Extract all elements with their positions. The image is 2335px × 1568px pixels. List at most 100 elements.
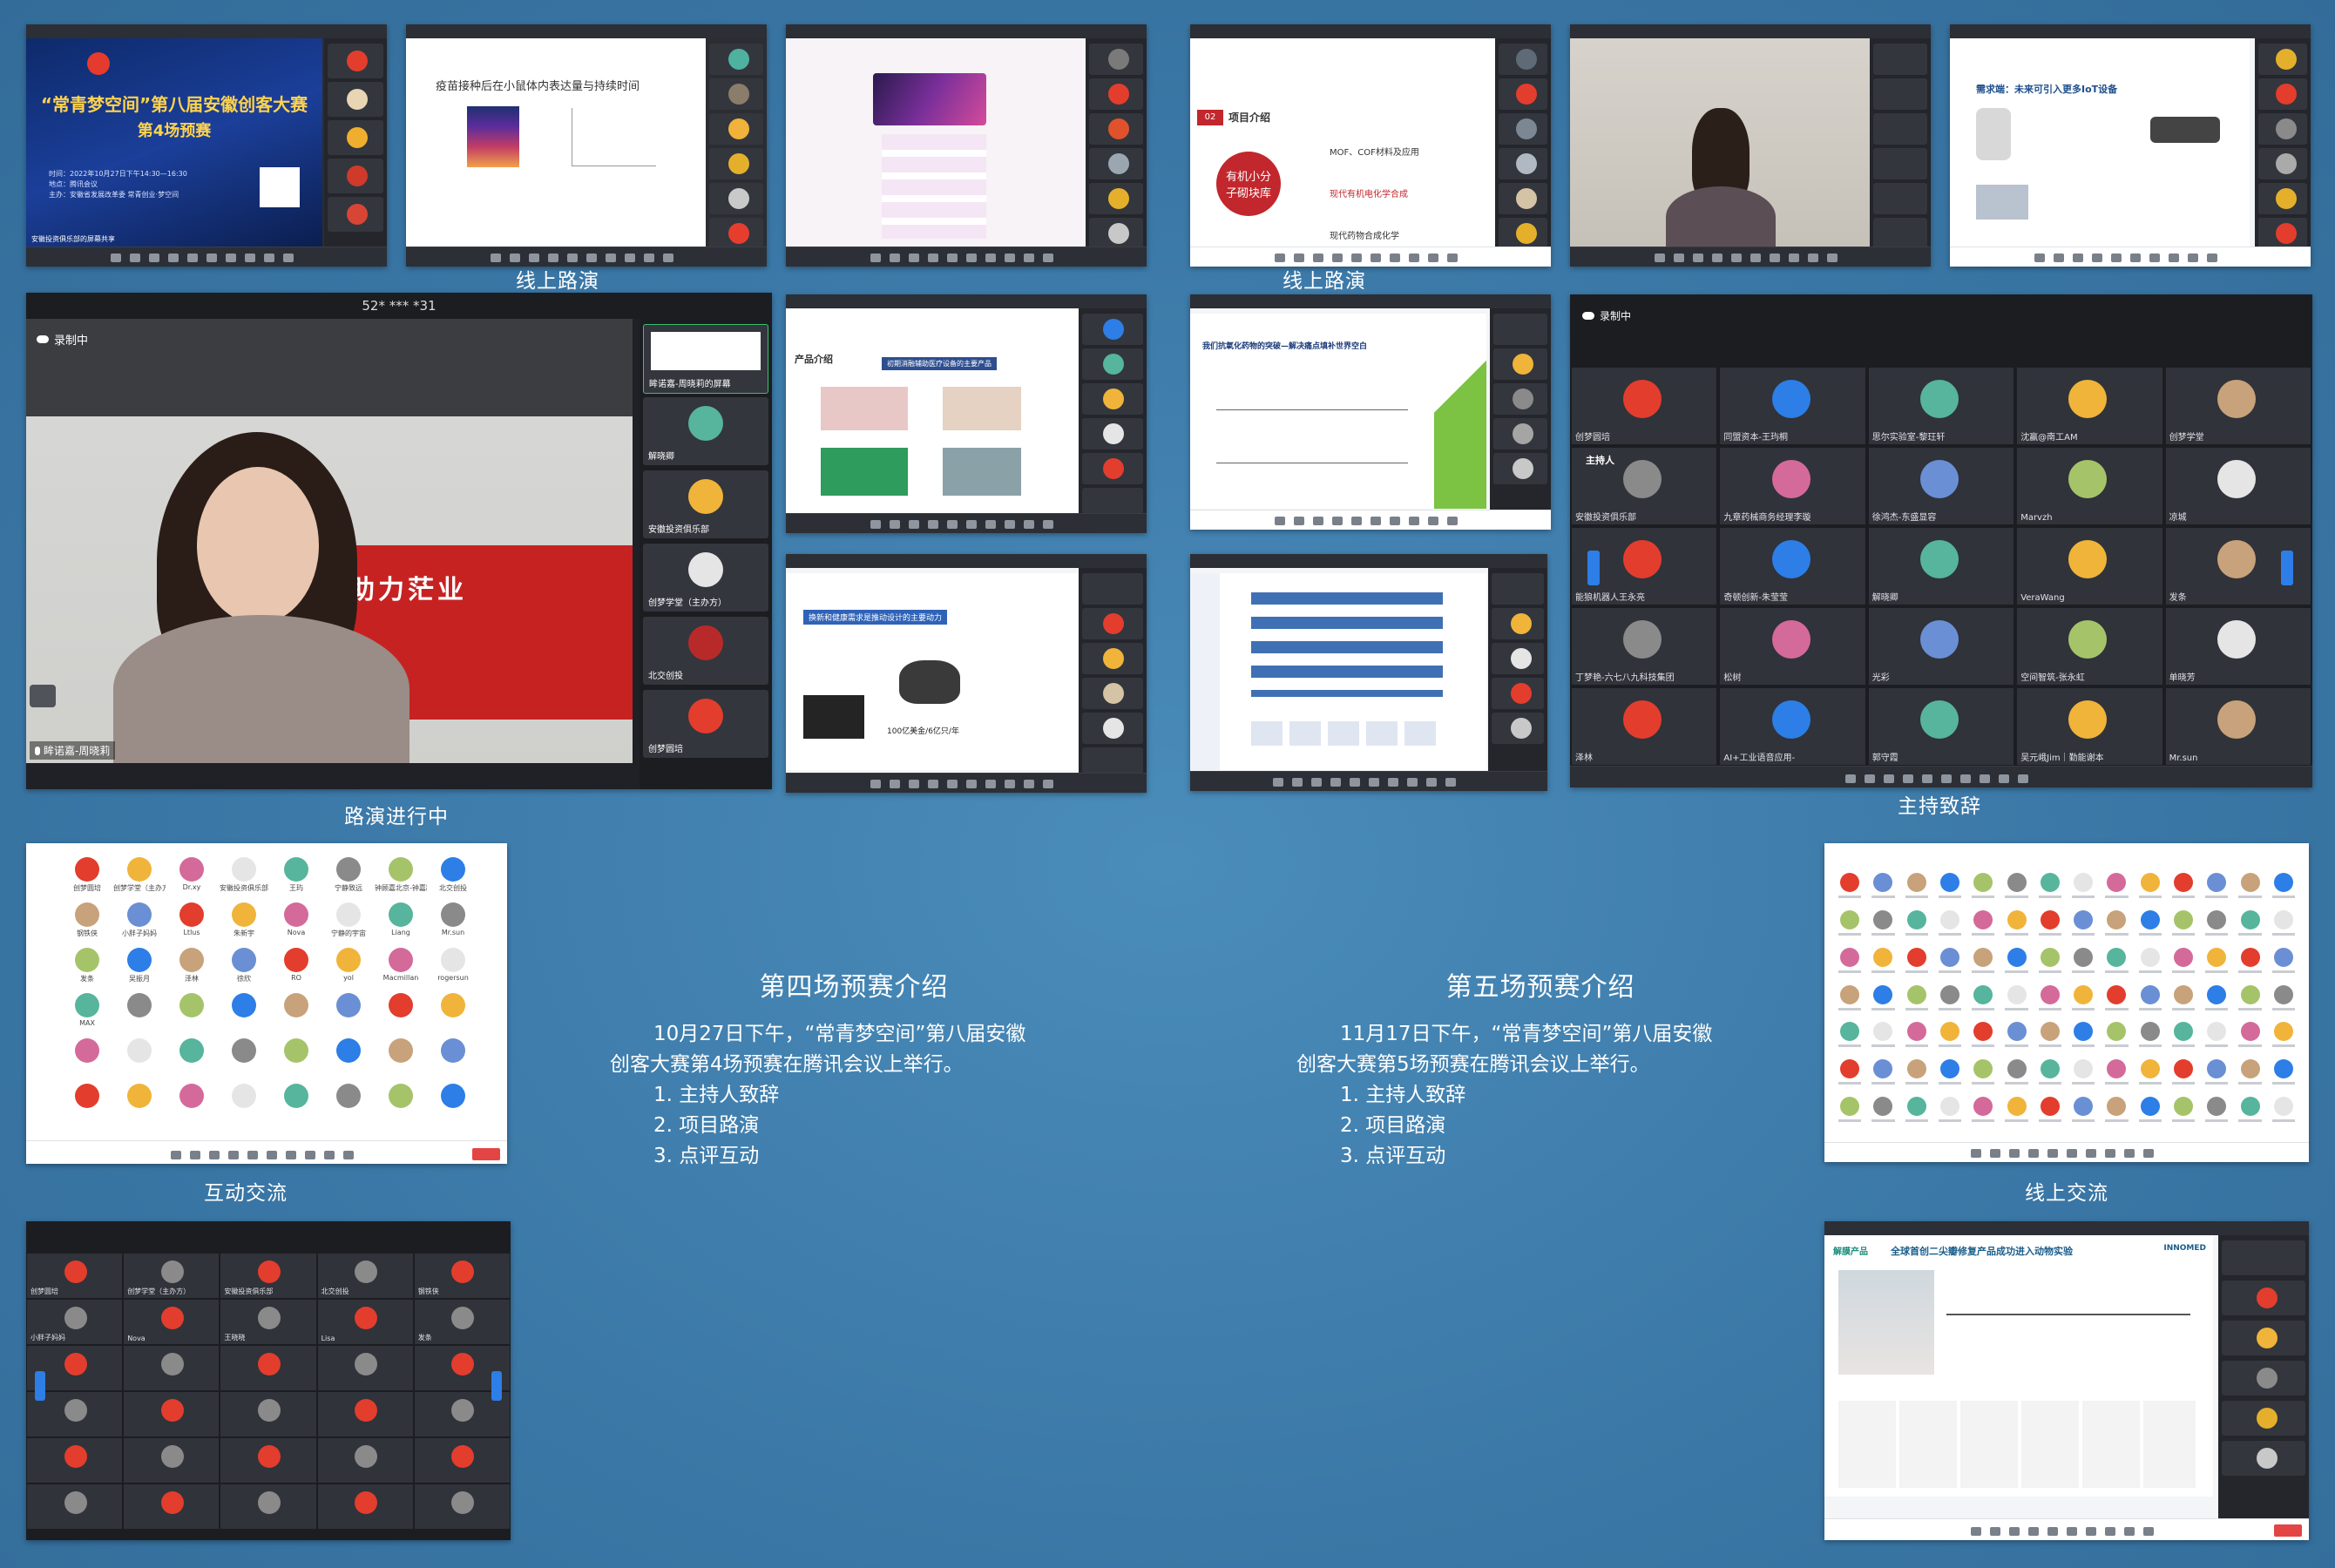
- dense-participant[interactable]: [1833, 1018, 1866, 1056]
- toolbar-icon[interactable]: [1447, 253, 1458, 262]
- toolbar-icon[interactable]: [1294, 253, 1304, 262]
- participant-tile[interactable]: 眸诺嘉-周晓莉的屏幕: [643, 324, 768, 394]
- dark-participant-tile[interactable]: [220, 1392, 316, 1436]
- toolbar-icon[interactable]: [1369, 778, 1379, 787]
- dense-participant[interactable]: [1966, 1093, 2000, 1131]
- toolbar-icon[interactable]: [168, 253, 179, 262]
- dense-participant[interactable]: [1866, 982, 1899, 1019]
- toolbar-icon[interactable]: [870, 780, 881, 788]
- gallery-participant-tile[interactable]: 单晓芳: [2165, 608, 2311, 685]
- toolbar-icon[interactable]: [1731, 253, 1742, 262]
- toolbar-icon[interactable]: [171, 1151, 181, 1159]
- toolbar-icon[interactable]: [567, 253, 578, 262]
- toolbar-icon[interactable]: [2028, 1527, 2039, 1536]
- dense-participant[interactable]: [2134, 907, 2167, 944]
- toolbar-icon[interactable]: [1827, 253, 1838, 262]
- toolbar-icon[interactable]: [1390, 253, 1400, 262]
- toolbar-icon[interactable]: [985, 253, 996, 262]
- toolbar-icon[interactable]: [1922, 774, 1932, 783]
- dense-participant[interactable]: [2167, 1093, 2200, 1131]
- toolbar-icon[interactable]: [890, 520, 900, 529]
- toolbar-icon[interactable]: [625, 253, 635, 262]
- toolbar-icon[interactable]: [1332, 517, 1343, 525]
- interaction-participant[interactable]: [166, 990, 218, 1035]
- dense-participant[interactable]: [2000, 869, 2033, 907]
- toolbar-icon[interactable]: [1750, 253, 1761, 262]
- dense-participant[interactable]: [2100, 907, 2133, 944]
- toolbar-icon[interactable]: [226, 253, 236, 262]
- dense-participant[interactable]: [1900, 869, 1933, 907]
- toolbar-icon[interactable]: [111, 253, 121, 262]
- toolbar-icon[interactable]: [1024, 520, 1034, 529]
- gallery-participant-tile[interactable]: 九章药械商务经理李璇: [1720, 448, 1865, 524]
- dense-participant[interactable]: [2000, 944, 2033, 982]
- meeting-toolbar[interactable]: [26, 1140, 507, 1164]
- dense-participant[interactable]: [1866, 1056, 1899, 1093]
- interaction-participant[interactable]: [218, 1035, 270, 1080]
- toolbar-icon[interactable]: [2018, 774, 2028, 783]
- toolbar-icon[interactable]: [1043, 780, 1053, 788]
- dense-participant[interactable]: [1866, 944, 1899, 982]
- dense-participant[interactable]: [1933, 944, 1966, 982]
- toolbar-icon[interactable]: [1693, 253, 1703, 262]
- meeting-toolbar[interactable]: [786, 773, 1147, 793]
- toolbar-icon[interactable]: [190, 1151, 200, 1159]
- gallery-participant-tile[interactable]: AI+工业语音应用-: [1720, 688, 1865, 765]
- dense-participant[interactable]: [2067, 907, 2100, 944]
- interaction-participant[interactable]: [427, 1080, 479, 1125]
- dense-participant[interactable]: [2100, 1093, 2133, 1131]
- gallery-participant-tile[interactable]: 徐鸿杰-东盛显容: [1868, 448, 2014, 524]
- interaction-participant[interactable]: [61, 1035, 113, 1080]
- toolbar-icon[interactable]: [985, 520, 996, 529]
- toolbar-icon[interactable]: [2034, 253, 2045, 262]
- toolbar-icon[interactable]: [1409, 517, 1419, 525]
- toolbar-icon[interactable]: [966, 520, 977, 529]
- interaction-participant[interactable]: Mr.sun: [427, 899, 479, 944]
- gallery-participant-tile[interactable]: 丁梦艳-六七八九科技集团: [1572, 608, 1717, 685]
- toolbar-icon[interactable]: [548, 253, 558, 262]
- participant-tile[interactable]: 创梦圆培: [643, 690, 768, 758]
- next-page-button[interactable]: [2281, 551, 2293, 585]
- interaction-participant[interactable]: 宁静致远: [322, 854, 375, 899]
- toolbar-icon[interactable]: [2124, 1527, 2135, 1536]
- meeting-toolbar[interactable]: [26, 247, 387, 267]
- toolbar-icon[interactable]: [245, 253, 255, 262]
- dense-participant[interactable]: [2067, 982, 2100, 1019]
- interaction-participant[interactable]: [427, 1035, 479, 1080]
- dense-participant[interactable]: [1833, 869, 1866, 907]
- dense-participant[interactable]: [2000, 1018, 2033, 1056]
- gallery-participant-tile[interactable]: 凉城: [2165, 448, 2311, 524]
- dark-participant-tile[interactable]: 安徽投资俱乐部: [220, 1254, 316, 1298]
- toolbar-icon[interactable]: [644, 253, 654, 262]
- toolbar-icon[interactable]: [1845, 774, 1856, 783]
- dense-participant[interactable]: [2200, 907, 2233, 944]
- dense-participant[interactable]: [1833, 1093, 1866, 1131]
- dark-participant-tile[interactable]: 创梦圆培: [27, 1254, 123, 1298]
- toolbar-icon[interactable]: [247, 1151, 258, 1159]
- gallery-participant-tile[interactable]: VeraWang: [2017, 528, 2162, 605]
- toolbar-icon[interactable]: [2047, 1149, 2058, 1158]
- dense-participant[interactable]: [1933, 1018, 1966, 1056]
- toolbar-icon[interactable]: [1275, 253, 1285, 262]
- toolbar-icon[interactable]: [2073, 253, 2083, 262]
- participant-tile[interactable]: 创梦学堂（主办方）: [643, 544, 768, 612]
- toolbar-icon[interactable]: [1770, 253, 1780, 262]
- dense-participant[interactable]: [2167, 1018, 2200, 1056]
- gallery-participant-tile[interactable]: 创梦圆培: [1572, 368, 1717, 444]
- interaction-participant[interactable]: [218, 990, 270, 1035]
- interaction-participant[interactable]: 发条: [61, 944, 113, 990]
- interaction-participant[interactable]: [218, 1080, 270, 1125]
- toolbar-icon[interactable]: [1999, 774, 2009, 783]
- interaction-participant[interactable]: 泽林: [166, 944, 218, 990]
- gallery-participant-tile[interactable]: 泽林: [1572, 688, 1717, 765]
- dense-participant[interactable]: [2200, 869, 2233, 907]
- interaction-participant[interactable]: Dr.xy: [166, 854, 218, 899]
- dense-participant[interactable]: [2034, 1056, 2067, 1093]
- interaction-participant[interactable]: rogersun: [427, 944, 479, 990]
- end-meeting-button[interactable]: [472, 1148, 500, 1160]
- interaction-participant[interactable]: 小胖子妈妈: [113, 899, 166, 944]
- toolbar-icon[interactable]: [1351, 517, 1362, 525]
- dense-participant[interactable]: [2000, 982, 2033, 1019]
- dense-participant[interactable]: [1866, 1093, 1899, 1131]
- toolbar-icon[interactable]: [870, 520, 881, 529]
